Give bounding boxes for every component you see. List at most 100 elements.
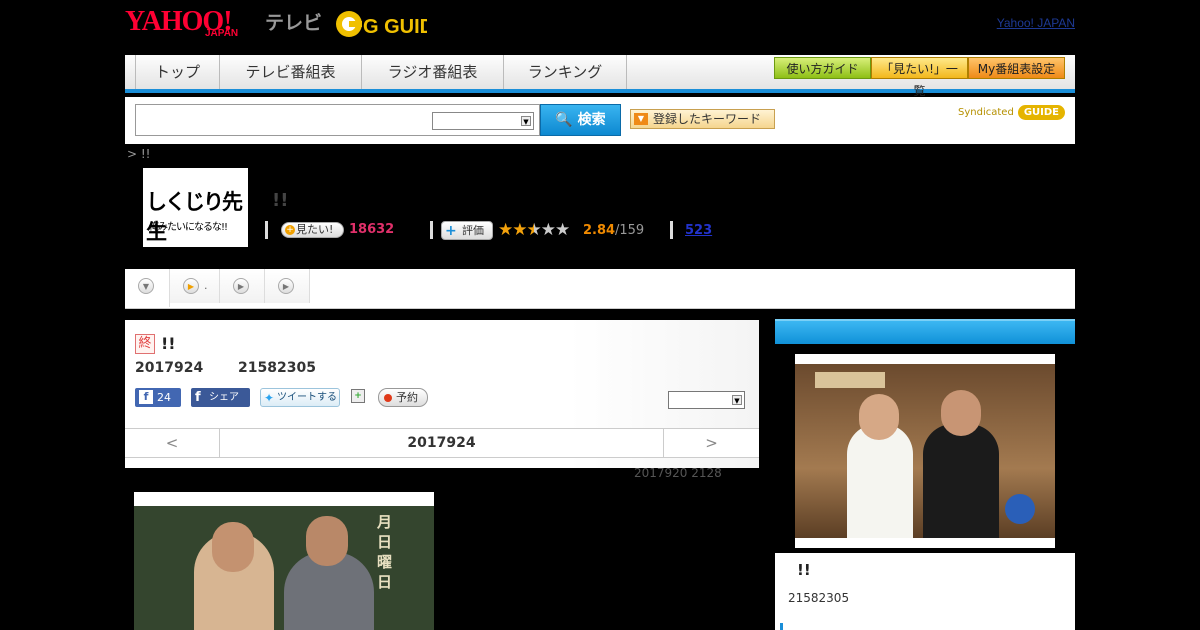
guide-button[interactable]: 使い方ガイド: [774, 57, 871, 79]
episode-nav-date: 2017924: [407, 435, 476, 451]
star-icon: ★: [555, 220, 570, 240]
accent-bar: [780, 623, 783, 630]
episode-date: 2017924: [135, 360, 204, 376]
nav-tab-radio-schedule[interactable]: ラジオ番組表: [361, 55, 503, 89]
globe-prop: [1005, 494, 1035, 524]
tweet-button[interactable]: ✦ ツイートする: [260, 388, 340, 407]
reserve-button[interactable]: 予約: [378, 388, 428, 407]
want-count: 18632: [349, 222, 395, 237]
facebook-icon: f: [139, 390, 153, 404]
next-episode-button[interactable]: >: [663, 429, 759, 457]
rate-button[interactable]: + 評価: [441, 221, 493, 240]
plus-icon: +: [445, 223, 457, 239]
twitter-bird-icon: ✦: [264, 391, 275, 405]
main-nav: トップ テレビ番組表 ラジオ番組表 ランキング 使い方ガイド 「見たい!」一覧 …: [125, 55, 1075, 98]
star-icon: ★: [512, 220, 527, 240]
syndicated-logo: Syndicated GUIDE: [958, 105, 1065, 120]
chevron-down-icon: ▼: [732, 395, 742, 405]
site-header: YAHOO! JAPAN テレビ G GUIDE Yahoo! JAPAN: [125, 0, 1075, 55]
program-subtabs: ▼ ▶ . ▶ ▶: [125, 269, 1075, 309]
syndicated-label: Syndicated: [958, 107, 1014, 118]
program-thumbnail[interactable]: しくじり先生 俺みたいになるな!!: [143, 168, 248, 247]
want-button-label: 見たい!: [296, 223, 334, 236]
like-count: 24: [157, 391, 171, 404]
thumbnail-title: しくじり先生: [146, 189, 243, 244]
nav-tab-ranking[interactable]: ランキング: [503, 55, 627, 89]
person-figure: [847, 424, 913, 538]
side-panel-header: [775, 319, 1075, 344]
subtab-2[interactable]: ▶: [220, 269, 265, 303]
side-image-frame: [775, 344, 1075, 553]
play-icon: ▶: [233, 278, 249, 294]
search-bar: ▼ 🔍 検索 ▼ 登録したキーワード Syndicated GUIDE: [125, 97, 1075, 144]
side-program-time: 21582305: [788, 591, 850, 605]
thumbnail-subtitle: 俺みたいになるな!!: [149, 222, 228, 233]
record-icon: [384, 394, 392, 402]
search-category-select[interactable]: ▼: [432, 112, 534, 130]
side-panel: !! 21582305: [775, 319, 1075, 630]
divider: [265, 221, 268, 239]
star-half-icon: ★: [526, 220, 542, 240]
episode-title: !!: [161, 334, 176, 353]
subtab-0[interactable]: ▼: [125, 269, 170, 307]
episode-select[interactable]: ▼: [668, 391, 745, 409]
star-icon: ★: [540, 220, 556, 240]
episode-time: 21582305: [238, 360, 316, 376]
subtab-label: .: [204, 279, 208, 292]
board-text: 月日曜日: [377, 513, 393, 591]
chevron-down-icon: ▼: [521, 116, 531, 126]
facebook-share-button[interactable]: f シェア: [191, 388, 250, 407]
share-label: シェア: [209, 392, 239, 403]
search-icon: 🔍: [555, 112, 573, 128]
chevron-down-icon: ▼: [634, 113, 648, 125]
reserve-label: 予約: [396, 391, 418, 404]
divider: [430, 221, 433, 239]
program-title: !!: [272, 190, 289, 211]
person-head: [212, 522, 254, 572]
update-timestamp: 2017920 2128: [634, 466, 722, 480]
yahoo-japan-sublogo: JAPAN: [205, 28, 239, 39]
rating-stars: ★★★★★: [498, 220, 570, 240]
page: YAHOO! JAPAN テレビ G GUIDE Yahoo! JAPAN トッ…: [0, 0, 1200, 630]
subtab-3[interactable]: ▶: [265, 269, 310, 303]
search-button[interactable]: 🔍 検索: [540, 104, 621, 136]
tv-logo-text[interactable]: テレビ: [265, 8, 322, 35]
gguide-logo[interactable]: G GUIDE: [335, 8, 427, 40]
episode-navigation: < 2017924 >: [125, 428, 759, 458]
plus-icon: +: [285, 225, 295, 235]
my-schedule-button[interactable]: My番組表設定: [968, 57, 1065, 79]
yahoo-japan-link[interactable]: Yahoo! JAPAN: [997, 16, 1075, 30]
episode-image: 月日曜日: [134, 492, 434, 630]
review-count-link[interactable]: 523: [685, 223, 712, 238]
nav-tab-tv-schedule[interactable]: テレビ番組表: [219, 55, 361, 89]
breadcrumb[interactable]: > !!: [127, 147, 151, 161]
divider: [670, 221, 673, 239]
episode-panel: 終 !! 2017924 21582305 f 24 f シェア ✦ ツイートする…: [125, 320, 759, 468]
play-icon: ▶: [278, 278, 294, 294]
side-image[interactable]: [795, 354, 1055, 548]
gguide-logo-text: G GUIDE: [363, 16, 427, 38]
subtab-1[interactable]: ▶ .: [170, 269, 220, 303]
ended-badge: 終: [135, 334, 155, 354]
person-head: [306, 516, 348, 566]
keyword-button-label: 登録したキーワード: [653, 112, 762, 126]
facebook-icon: f: [195, 390, 201, 405]
sign-board: [815, 372, 885, 388]
calendar-add-icon[interactable]: +: [351, 389, 365, 403]
syndicated-brand: GUIDE: [1017, 105, 1065, 120]
keyword-dropdown-button[interactable]: ▼ 登録したキーワード: [630, 109, 775, 129]
rate-button-label: 評価: [462, 224, 484, 237]
tweet-label: ツイートする: [277, 392, 337, 403]
nav-tabs: トップ テレビ番組表 ラジオ番組表 ランキング: [135, 55, 627, 89]
nav-utility-buttons: 使い方ガイド 「見たい!」一覧 My番組表設定: [774, 57, 1065, 98]
prev-episode-button[interactable]: <: [125, 429, 220, 457]
side-program-title: !!: [797, 561, 811, 579]
chevron-down-icon: ▼: [138, 278, 154, 294]
play-icon: ▶: [183, 278, 199, 294]
nav-tab-top[interactable]: トップ: [135, 55, 219, 89]
person-head: [859, 394, 899, 440]
person-head: [941, 390, 981, 436]
want-to-watch-button[interactable]: + 見たい!: [281, 222, 344, 238]
facebook-like-button[interactable]: f 24: [135, 388, 181, 407]
want-list-button[interactable]: 「見たい!」一覧: [871, 57, 968, 98]
